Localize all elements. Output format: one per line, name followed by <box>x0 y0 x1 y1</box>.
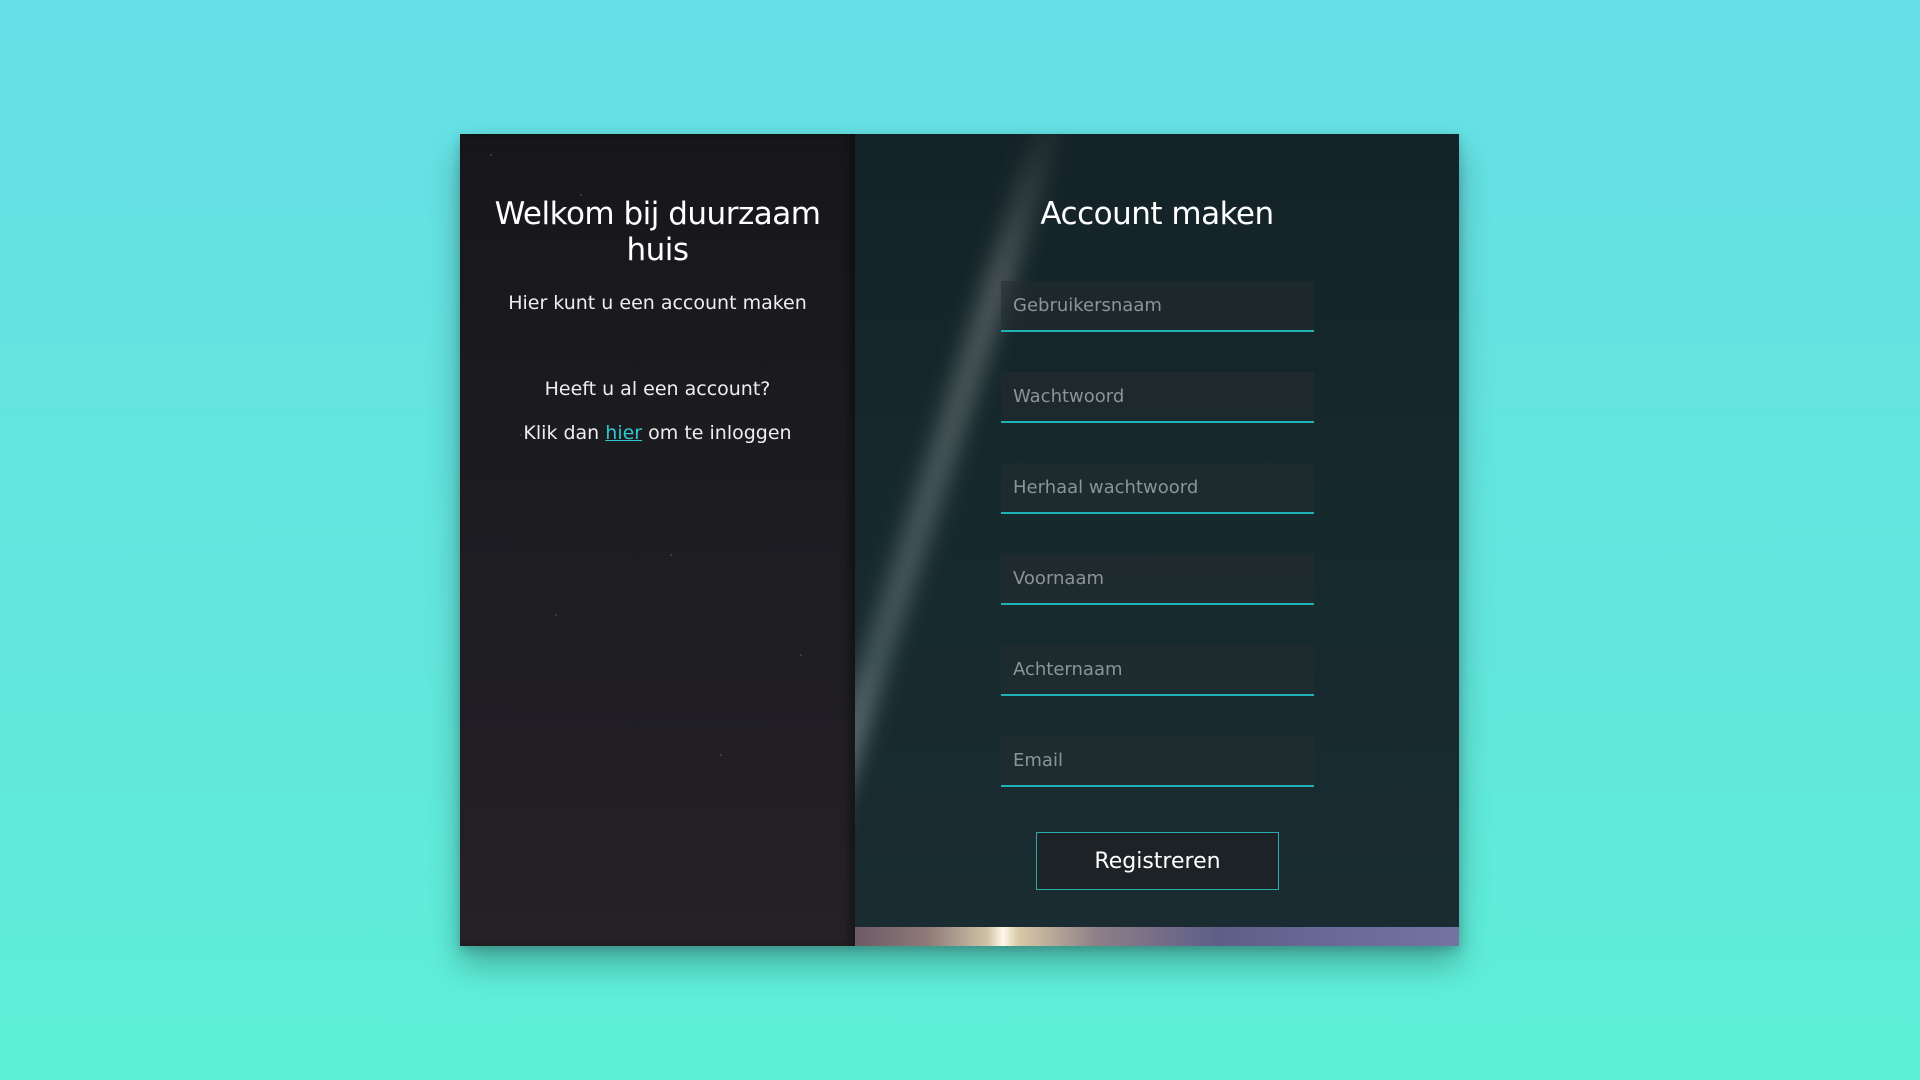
username-input[interactable] <box>1001 281 1314 332</box>
register-card: Welkom bij duurzaam huis Hier kunt u een… <box>460 134 1459 946</box>
welcome-title: Welkom bij duurzaam huis <box>494 196 821 268</box>
last-name-input[interactable] <box>1001 645 1314 696</box>
repeat-password-input[interactable] <box>1001 463 1314 514</box>
login-prompt-prefix: Klik dan <box>523 422 606 444</box>
have-account-text: Heeft u al een account? <box>544 378 771 400</box>
welcome-subtitle: Hier kunt u een account maken <box>508 292 807 314</box>
register-button[interactable]: Registreren <box>1036 832 1279 890</box>
welcome-panel: Welkom bij duurzaam huis Hier kunt u een… <box>460 134 855 946</box>
email-input[interactable] <box>1001 736 1314 787</box>
login-prompt-suffix: om te inloggen <box>642 422 792 444</box>
background-horizon <box>855 927 1459 946</box>
first-name-input[interactable] <box>1001 554 1314 605</box>
login-prompt: Klik dan hier om te inloggen <box>460 422 855 444</box>
registration-panel: Account maken Registreren <box>855 134 1459 946</box>
background-light-beam <box>855 134 1072 946</box>
password-input[interactable] <box>1001 372 1314 423</box>
login-link[interactable]: hier <box>605 422 642 444</box>
form-title: Account maken <box>1040 196 1274 232</box>
